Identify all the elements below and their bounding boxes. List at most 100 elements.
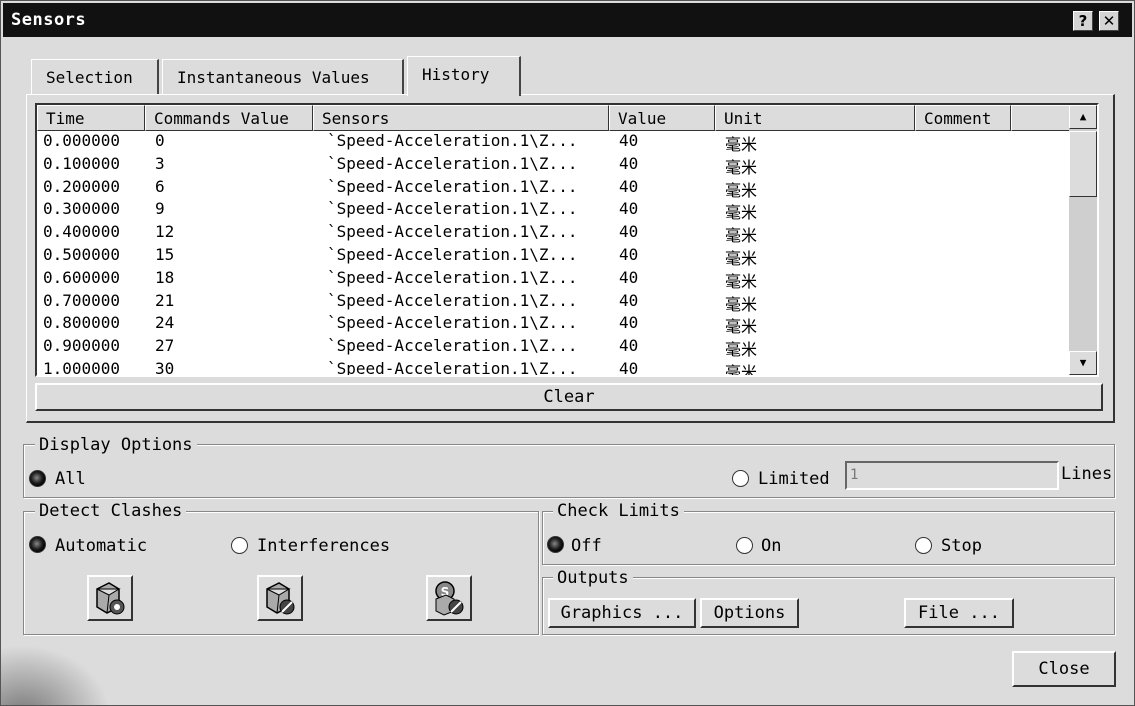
vertical-scrollbar[interactable]: ▲ ▼ xyxy=(1069,105,1097,375)
cell-time: 0.900000 xyxy=(43,336,121,356)
column-header-unit[interactable]: Unit xyxy=(715,105,915,131)
lines-label: Lines xyxy=(1061,464,1113,484)
limited-lines-field[interactable]: 1 xyxy=(845,461,1059,490)
cell-value: 40 xyxy=(619,313,639,333)
cell-time: 0.400000 xyxy=(43,222,121,242)
cell-unit: 毫米 xyxy=(725,249,758,268)
cell-value: 40 xyxy=(619,199,639,219)
all-label: All xyxy=(55,469,86,489)
cell-time: 0.600000 xyxy=(43,267,121,287)
cell-unit: 毫米 xyxy=(725,226,758,246)
tab-label: Selection xyxy=(46,68,133,87)
window-title: Sensors xyxy=(11,10,87,30)
down-arrow-icon[interactable]: ▼ xyxy=(1069,351,1097,375)
cell-commands-value: 12 xyxy=(155,222,175,242)
limits-off-label: Off xyxy=(571,536,602,556)
cell-value: 40 xyxy=(619,267,639,287)
cell-sensor: `Speed-Acceleration.1\Z... xyxy=(327,336,578,356)
clash-detect-on-button[interactable] xyxy=(87,575,133,621)
display-options-label: Display Options xyxy=(35,435,197,455)
cell-time: 0.500000 xyxy=(43,245,121,264)
limits-stop-radio[interactable] xyxy=(915,537,932,554)
cell-commands-value: 6 xyxy=(155,176,165,196)
cell-time: 0.200000 xyxy=(43,176,121,196)
tab-history[interactable]: History xyxy=(407,56,521,96)
cell-unit: 毫米 xyxy=(725,203,758,223)
cell-time: 1.000000 xyxy=(43,359,121,377)
table-row[interactable]: 1.000000 30 `Speed-Acceleration.1\Z... 40 毫米 xyxy=(37,359,1071,377)
graphics-button[interactable]: Graphics ... xyxy=(548,598,696,628)
cell-value: 40 xyxy=(619,222,639,242)
interferences-label: Interferences xyxy=(257,536,391,556)
table-row[interactable]: 0.900000 27 `Speed-Acceleration.1\Z... 40 毫米 xyxy=(37,336,1071,359)
table-row[interactable]: 0.400000 12 `Speed-Acceleration.1\Z... 40 毫米 xyxy=(37,222,1071,245)
title-bar[interactable]: Sensors ? ✕ xyxy=(3,3,1132,37)
table-row[interactable]: 0.100000 3 `Speed-Acceleration.1\Z... 40 毫米 xyxy=(37,154,1071,177)
cell-unit: 毫米 xyxy=(725,135,758,154)
column-header-sensors[interactable]: Sensors xyxy=(313,105,609,131)
cell-sensor: `Speed-Acceleration.1\Z... xyxy=(327,131,578,150)
clear-button[interactable]: Clear xyxy=(35,383,1103,411)
tab-label: History xyxy=(422,65,490,84)
help-button[interactable]: ? xyxy=(1073,11,1093,31)
column-header-comment[interactable]: Comment xyxy=(915,105,1011,131)
cell-commands-value: 3 xyxy=(155,153,165,173)
clash-detect-off-button[interactable] xyxy=(257,575,303,621)
cell-commands-value: 9 xyxy=(155,199,165,219)
cell-value: 40 xyxy=(619,336,639,356)
column-header-value[interactable]: Value xyxy=(609,105,715,131)
cell-commands-value: 30 xyxy=(155,359,175,377)
limited-radio[interactable] xyxy=(732,470,749,487)
detect-clashes-label: Detect Clashes xyxy=(35,501,187,521)
column-header-time[interactable]: Time xyxy=(37,105,145,131)
cell-commands-value: 21 xyxy=(155,290,175,310)
close-button[interactable]: Close xyxy=(1012,651,1116,687)
cell-value: 40 xyxy=(619,290,639,310)
cell-value: 40 xyxy=(619,153,639,173)
cell-unit: 毫米 xyxy=(725,363,758,377)
close-window-button[interactable]: ✕ xyxy=(1099,11,1119,31)
cell-commands-value: 15 xyxy=(155,245,175,264)
cell-unit: 毫米 xyxy=(725,294,758,314)
history-table[interactable]: Time Commands Value Sensors Value Unit C… xyxy=(35,103,1099,377)
check-limits-label: Check Limits xyxy=(553,501,684,521)
limits-stop-label: Stop xyxy=(941,536,982,556)
automatic-radio[interactable] xyxy=(29,536,46,553)
tab-selection[interactable]: Selection xyxy=(31,59,159,95)
cell-commands-value: 27 xyxy=(155,336,175,356)
table-row[interactable]: 0.300000 9 `Speed-Acceleration.1\Z... 40 毫米 xyxy=(37,199,1071,222)
table-row[interactable]: 0.800000 24 `Speed-Acceleration.1\Z... 40 毫米 xyxy=(37,313,1071,336)
up-arrow-icon[interactable]: ▲ xyxy=(1069,105,1097,129)
cell-time: 0.800000 xyxy=(43,313,121,333)
cell-sensor: `Speed-Acceleration.1\Z... xyxy=(327,153,578,173)
table-row[interactable]: 0.500000 15 `Speed-Acceleration.1\Z... 40 毫米 xyxy=(37,245,1071,268)
all-radio[interactable] xyxy=(29,470,46,487)
file-button[interactable]: File ... xyxy=(904,598,1014,628)
cell-unit: 毫米 xyxy=(725,271,758,291)
clash-detect-on-icon xyxy=(96,582,125,615)
table-row[interactable]: 0.200000 6 `Speed-Acceleration.1\Z... 40 毫米 xyxy=(37,177,1071,200)
interferences-radio[interactable] xyxy=(231,537,248,554)
cell-time: 0.000000 xyxy=(43,131,121,150)
table-row[interactable]: 0.700000 21 `Speed-Acceleration.1\Z... 40 毫米 xyxy=(37,291,1071,314)
cell-unit: 毫米 xyxy=(725,317,758,337)
cell-value: 40 xyxy=(619,176,639,196)
column-header-commands-value[interactable]: Commands Value xyxy=(145,105,313,131)
tab-label: Instantaneous Values xyxy=(177,68,370,87)
table-row[interactable]: 0.600000 18 `Speed-Acceleration.1\Z... 40 毫米 xyxy=(37,268,1071,291)
cell-commands-value: 18 xyxy=(155,267,175,287)
clash-stop-button[interactable]: S xyxy=(426,575,472,621)
decorative-corner xyxy=(1,645,111,705)
cell-sensor: `Speed-Acceleration.1\Z... xyxy=(327,245,578,264)
scrollbar-thumb[interactable] xyxy=(1069,131,1097,197)
limits-off-radio[interactable] xyxy=(547,536,564,553)
tab-instantaneous-values[interactable]: Instantaneous Values xyxy=(162,59,404,95)
limited-label: Limited xyxy=(758,469,830,489)
table-row[interactable]: 0.000000 0 `Speed-Acceleration.1\Z... 40 毫米 xyxy=(37,131,1071,154)
options-button[interactable]: Options xyxy=(700,598,799,628)
cell-unit: 毫米 xyxy=(725,340,758,360)
cell-value: 40 xyxy=(619,359,639,377)
cell-commands-value: 0 xyxy=(155,131,165,150)
limits-on-radio[interactable] xyxy=(736,537,753,554)
cell-sensor: `Speed-Acceleration.1\Z... xyxy=(327,359,578,377)
